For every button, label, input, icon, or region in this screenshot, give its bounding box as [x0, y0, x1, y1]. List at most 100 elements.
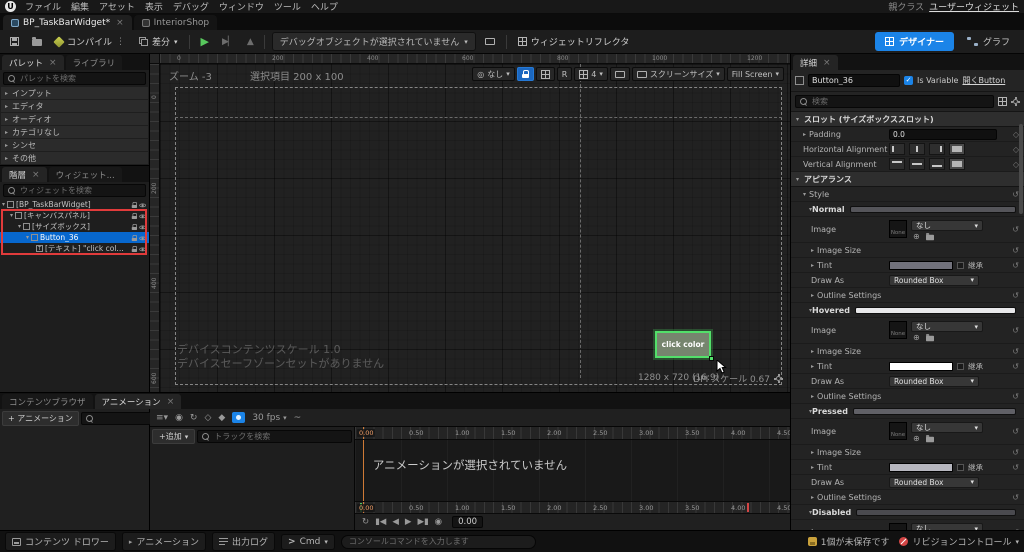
close-icon[interactable]: ×: [821, 58, 831, 68]
palette-category[interactable]: ▸オーディオ: [1, 113, 148, 125]
timeline-ruler-bottom[interactable]: 0.00 0.501.001.502.002.503.003.504.004.5…: [355, 501, 790, 513]
menu-item[interactable]: 編集: [66, 3, 94, 13]
chevron-right-icon[interactable]: ▸: [811, 464, 814, 471]
chevron-right-icon[interactable]: ▸: [811, 247, 814, 254]
chevron-right-icon[interactable]: ▸: [811, 449, 814, 456]
visibility-icon[interactable]: [139, 246, 146, 251]
reset-icon[interactable]: ↺: [1010, 246, 1021, 255]
gear-icon[interactable]: [774, 374, 783, 383]
tree-item[interactable]: T[テキスト] "click color": [0, 243, 149, 254]
timeline-ruler-top[interactable]: 0.00 0.501.001.502.002.503.003.504.004.5…: [355, 427, 790, 440]
palette-category[interactable]: ▸カテゴリなし: [1, 126, 148, 138]
image-asset-dropdown[interactable]: なし▾: [911, 523, 983, 530]
keyframe-icon[interactable]: ◇: [204, 413, 211, 423]
draw-as-dropdown[interactable]: Rounded Box▾: [889, 376, 979, 387]
tree-item[interactable]: ▾Button_36: [0, 232, 149, 243]
content-drawer-button[interactable]: コンテンツ ドロワー: [5, 532, 116, 551]
tab-widget[interactable]: ウィジェット...: [49, 167, 122, 182]
lock-icon[interactable]: [132, 213, 137, 219]
fps-dropdown[interactable]: 30 fps ▾: [252, 413, 286, 423]
close-icon[interactable]: ×: [165, 397, 175, 407]
menu-item[interactable]: アセット: [94, 3, 140, 13]
add-track-button[interactable]: +追加▾: [152, 429, 195, 444]
designer-mode-button[interactable]: デザイナー: [875, 32, 954, 51]
track-search-input[interactable]: [214, 432, 347, 441]
style-state-hovered-header[interactable]: ▾Hovered: [791, 303, 1024, 318]
expander-icon[interactable]: ▾: [10, 212, 13, 219]
halign-fill-button[interactable]: [949, 143, 965, 155]
details-search[interactable]: [795, 95, 994, 108]
close-icon[interactable]: ×: [114, 18, 124, 28]
use-asset-icon[interactable]: ⊕: [913, 232, 920, 241]
camera-icon[interactable]: ◉: [175, 413, 183, 423]
valign-bottom-button[interactable]: [929, 158, 945, 170]
widget-reflector-button[interactable]: ウィジェットリフレクタ: [514, 33, 634, 50]
tab-hierarchy[interactable]: 階層 ×: [2, 167, 47, 182]
image-asset-dropdown[interactable]: なし▾: [911, 220, 983, 231]
play-icon[interactable]: ▶: [405, 517, 412, 527]
menu-item[interactable]: ファイル: [20, 3, 66, 13]
widget-name-input[interactable]: [808, 74, 900, 87]
unsaved-indicator[interactable]: 1個が未保存です: [808, 535, 890, 548]
reset-icon[interactable]: ↺: [1010, 347, 1021, 356]
reset-icon[interactable]: ↺: [1010, 427, 1021, 436]
use-asset-icon[interactable]: ⊕: [913, 434, 920, 443]
output-log-button[interactable]: 出力ログ: [212, 532, 275, 551]
reset-icon[interactable]: ↺: [1010, 326, 1021, 335]
design-canvas[interactable]: ズーム -3 選択項目 200 x 100 ◎ なし ▾ R 4 ▾ スクリーン…: [160, 64, 790, 392]
go-to-start-icon[interactable]: ▮◀: [375, 517, 386, 527]
tree-item[interactable]: ▾[キャンバスパネル]: [0, 210, 149, 221]
tab-details[interactable]: 詳細 ×: [793, 55, 838, 70]
hierarchy-search[interactable]: [3, 184, 146, 197]
inherit-checkbox[interactable]: [957, 464, 964, 471]
inherit-checkbox[interactable]: [957, 262, 964, 269]
open-button-link[interactable]: 開くButton: [962, 75, 1005, 86]
fill-screen-dropdown[interactable]: Fill Screen ▾: [727, 67, 784, 81]
playback-range-end[interactable]: [747, 503, 749, 512]
chevron-right-icon[interactable]: ▸: [811, 348, 814, 355]
step-forward-icon[interactable]: ▶▮: [417, 517, 428, 527]
reset-icon[interactable]: ↺: [1010, 225, 1021, 234]
console-command-input[interactable]: [341, 535, 536, 549]
halign-center-button[interactable]: [909, 143, 925, 155]
aim-dropdown[interactable]: ◎ なし ▾: [472, 67, 515, 81]
image-asset-dropdown[interactable]: なし▾: [911, 321, 983, 332]
add-key-icon[interactable]: ◆: [218, 413, 225, 423]
tab-animation[interactable]: アニメーション ×: [95, 394, 182, 409]
diff-button[interactable]: 差分 ▾: [135, 33, 182, 50]
lock-icon[interactable]: [132, 246, 137, 252]
close-icon[interactable]: ×: [30, 170, 40, 180]
menu-item[interactable]: ヘルプ: [306, 3, 343, 13]
tint-color-swatch[interactable]: [889, 362, 953, 371]
close-icon[interactable]: ×: [47, 58, 57, 68]
visibility-icon[interactable]: [139, 213, 146, 218]
valign-fill-button[interactable]: [949, 158, 965, 170]
reset-icon[interactable]: ↺: [1010, 291, 1021, 300]
halign-left-button[interactable]: [889, 143, 905, 155]
lock-icon[interactable]: [132, 224, 137, 230]
animation-drawer-button[interactable]: ▸ アニメーション: [122, 532, 206, 551]
save-button[interactable]: [6, 35, 23, 48]
style-state-pressed-header[interactable]: ▾Pressed: [791, 404, 1024, 419]
unreal-logo-icon[interactable]: U: [5, 1, 16, 12]
valign-center-button[interactable]: [909, 158, 925, 170]
lock-icon[interactable]: [132, 235, 137, 241]
palette-category[interactable]: ▸エディタ: [1, 100, 148, 112]
browse-asset-button[interactable]: [28, 35, 46, 48]
compile-options-icon[interactable]: ⋮: [116, 37, 126, 47]
grid-size-dropdown[interactable]: 4 ▾: [574, 67, 608, 81]
step-back-icon[interactable]: ◀: [392, 517, 399, 527]
revision-control-button[interactable]: リビジョンコントロール ▾: [899, 535, 1019, 548]
refresh-icon[interactable]: ↻: [190, 413, 198, 423]
reset-icon[interactable]: ↺: [1010, 448, 1021, 457]
draw-as-dropdown[interactable]: Rounded Box▾: [889, 477, 979, 488]
palette-search-input[interactable]: [20, 74, 141, 83]
autokey-toggle-icon[interactable]: [232, 412, 245, 423]
valign-top-button[interactable]: [889, 158, 905, 170]
add-animation-button[interactable]: + アニメーション: [2, 411, 79, 426]
graph-mode-button[interactable]: グラフ: [959, 32, 1018, 51]
details-search-input[interactable]: [812, 97, 989, 106]
menu-item[interactable]: ツール: [269, 3, 306, 13]
image-thumbnail[interactable]: None: [889, 422, 907, 440]
resize-handle[interactable]: [709, 356, 714, 361]
